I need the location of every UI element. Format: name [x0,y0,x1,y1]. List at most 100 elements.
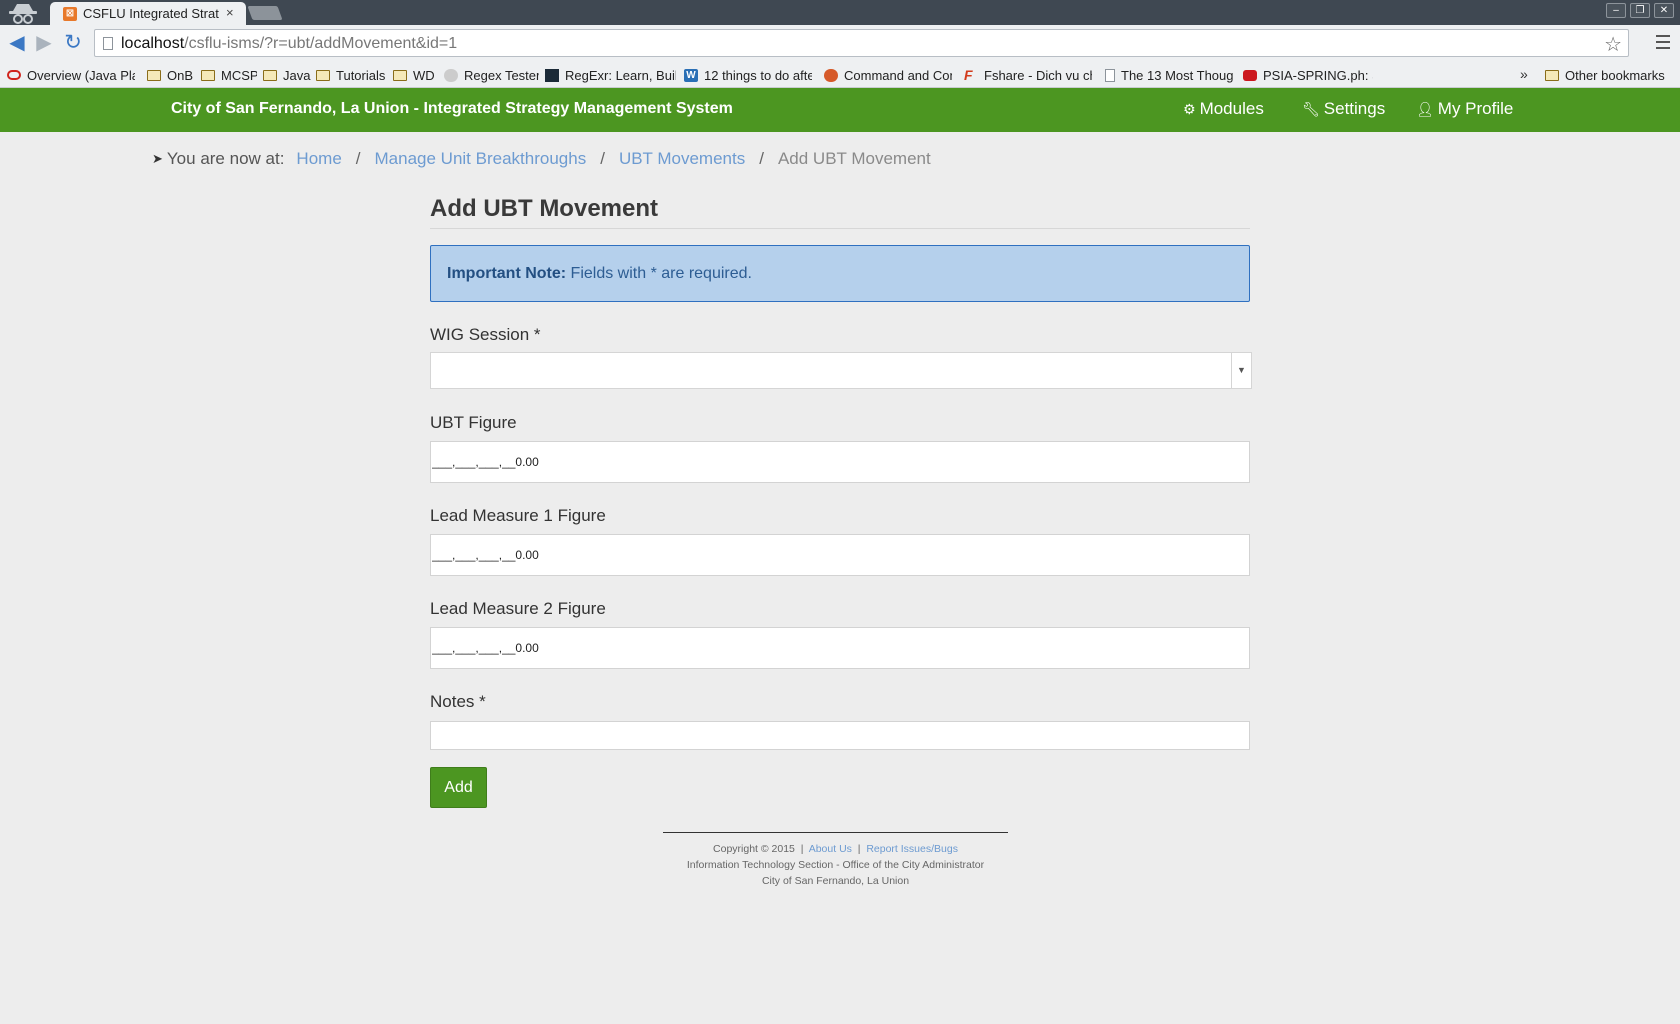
breadcrumb-manage-ubt[interactable]: Manage Unit Breakthroughs [375,149,587,169]
bookmark-item[interactable]: WD [393,66,436,84]
about-us-link[interactable]: About Us [809,843,852,855]
bookmark-star-icon[interactable]: ☆ [1604,32,1622,57]
report-issues-link[interactable]: Report Issues/Bugs [866,843,958,855]
bookmark-item[interactable]: Regex Tester [444,66,539,84]
page-title: Add UBT Movement [430,195,1250,229]
folder-icon [147,69,161,81]
folder-icon [393,69,407,81]
lead-measure-1-label: Lead Measure 1 Figure [430,506,606,525]
nav-settings-label: Settings [1323,99,1386,118]
breadcrumb-separator: / [759,149,764,168]
bookmark-item[interactable]: The 13 Most Thoug [1105,66,1233,84]
bookmark-label: MCSP [221,67,257,83]
folder-icon [1545,69,1559,81]
youtube-icon [1243,69,1257,81]
url-text[interactable]: localhost/csflu-isms/?r=ubt/addMovement&… [121,35,457,53]
incognito-icon [6,1,40,25]
browser-chrome: ⊠ CSFLU Integrated Strat × – ❐ ✕ ◀ ▶ ↻ l… [0,0,1680,88]
other-bookmarks[interactable]: Other bookmarks [1545,66,1673,84]
bookmark-label: Regex Tester [464,67,539,83]
bookmark-label: Fshare - Dich vu ch [984,67,1092,83]
nav-settings[interactable]: 🔧︎ Settings [1302,99,1385,119]
forward-arrow-icon[interactable]: ▶ [33,32,55,54]
lead-measure-1-input[interactable] [430,534,1250,576]
bookmark-label: RegExr: Learn, Build [565,67,676,83]
bookmark-label: 12 things to do afte [704,67,812,83]
tab-title: CSFLU Integrated Strat [83,7,219,21]
copyright-text: Copyright © 2015 [713,843,795,855]
note-text: Fields with * are required. [566,265,752,282]
bookmark-item[interactable]: W 12 things to do afte [684,66,812,84]
folder-icon [316,69,330,81]
back-arrow-icon[interactable]: ◀ [6,32,28,54]
bookmark-item[interactable]: Overview (Java Platf [7,66,135,84]
nav-modules[interactable]: ⚙ Modules [1183,99,1264,119]
bookmark-item[interactable]: RegExr: Learn, Build [545,66,676,84]
bookmark-item[interactable]: Command and Con [824,66,952,84]
ubt-figure-input[interactable] [430,441,1250,483]
restore-button[interactable]: ❐ [1630,3,1650,18]
breadcrumb-current: Add UBT Movement [777,149,931,168]
close-window-button[interactable]: ✕ [1654,3,1674,18]
app-brand[interactable]: City of San Fernando, La Union - Integra… [171,100,733,118]
other-bookmarks-label: Other bookmarks [1565,67,1665,83]
wig-session-select[interactable]: ▼ [430,352,1252,389]
page-icon [1105,68,1115,82]
bookmark-label: Command and Con [844,67,952,83]
add-ubt-movement-form: Add UBT Movement Important Note: Fields … [430,195,1252,808]
fshare-icon: F [964,66,973,83]
required-fields-note: Important Note: Fields with * are requir… [430,245,1250,302]
user-icon: 👤︎ [1416,100,1434,117]
browser-tab-active[interactable]: ⊠ CSFLU Integrated Strat × [50,2,246,26]
bookmark-item[interactable]: PSIA-SPRING.ph: Sc [1243,66,1373,84]
bookmark-item[interactable]: Tutorials [316,66,388,84]
footer-line-1: Copyright © 2015 | About Us | Report Iss… [713,843,958,855]
oracle-icon [7,70,21,80]
bookmark-label: Overview (Java Platf [27,67,135,83]
bookmark-label: OnB [167,67,194,83]
browser-menu-icon[interactable] [1652,31,1674,53]
add-button[interactable]: Add [430,767,487,808]
url-host: localhost [121,35,185,52]
bookmark-label: PSIA-SPRING.ph: Sc [1263,67,1373,83]
breadcrumb-home[interactable]: Home [296,149,341,169]
notes-label: Notes * [430,692,486,711]
page-footer: Copyright © 2015 | About Us | Report Iss… [663,832,1008,889]
lead-measure-2-input[interactable] [430,627,1250,669]
bookmark-item[interactable]: Java [263,66,311,84]
minimize-button[interactable]: – [1606,3,1626,18]
site-favicon-icon: ⊠ [63,7,77,21]
nav-modules-label: Modules [1199,99,1264,118]
url-path: /csflu-isms/?r=ubt/addMovement&id=1 [184,35,458,52]
folder-icon [263,69,277,81]
more-bookmarks-chevron-icon[interactable]: » [1520,66,1528,82]
nav-my-profile-label: My Profile [1437,99,1514,118]
reload-icon[interactable]: ↻ [62,32,84,54]
regexr-icon [545,68,559,82]
regex-icon [444,68,458,82]
lead-measure-2-label: Lead Measure 2 Figure [430,599,606,618]
page-icon [103,37,113,50]
bookmark-item[interactable]: MCSP [201,66,257,84]
bookmark-label: The 13 Most Thoug [1121,67,1233,83]
footer-office: Information Technology Section - Office … [686,859,985,871]
breadcrumb-ubt-movements[interactable]: UBT Movements [619,149,745,169]
note-label: Important Note: [447,265,567,282]
nav-my-profile[interactable]: 👤︎ My Profile [1416,99,1513,119]
bookmark-label: WD [413,67,435,83]
chevron-down-icon: ▼ [1231,353,1251,388]
bookmark-label: Java [283,67,311,83]
bookmarks-bar: Overview (Java Platf OnB MCSP Java Tutor… [0,62,1680,88]
new-tab-button[interactable] [247,6,283,20]
wig-session-label: WIG Session * [430,325,541,344]
bookmark-item[interactable]: F Fshare - Dich vu ch [964,66,1092,84]
notes-input[interactable] [430,721,1250,750]
folder-icon [201,69,215,81]
breadcrumb-separator: / [355,149,361,168]
breadcrumb: ➤ You are now at: Home / Manage Unit Bre… [152,149,931,169]
tab-strip: ⊠ CSFLU Integrated Strat × – ❐ ✕ [0,0,1680,26]
bookmark-item[interactable]: OnB [147,66,195,84]
tab-close-icon[interactable]: × [226,5,234,20]
breadcrumb-prefix: You are now at: [166,149,285,168]
address-bar[interactable]: localhost/csflu-isms/?r=ubt/addMovement&… [94,29,1629,57]
